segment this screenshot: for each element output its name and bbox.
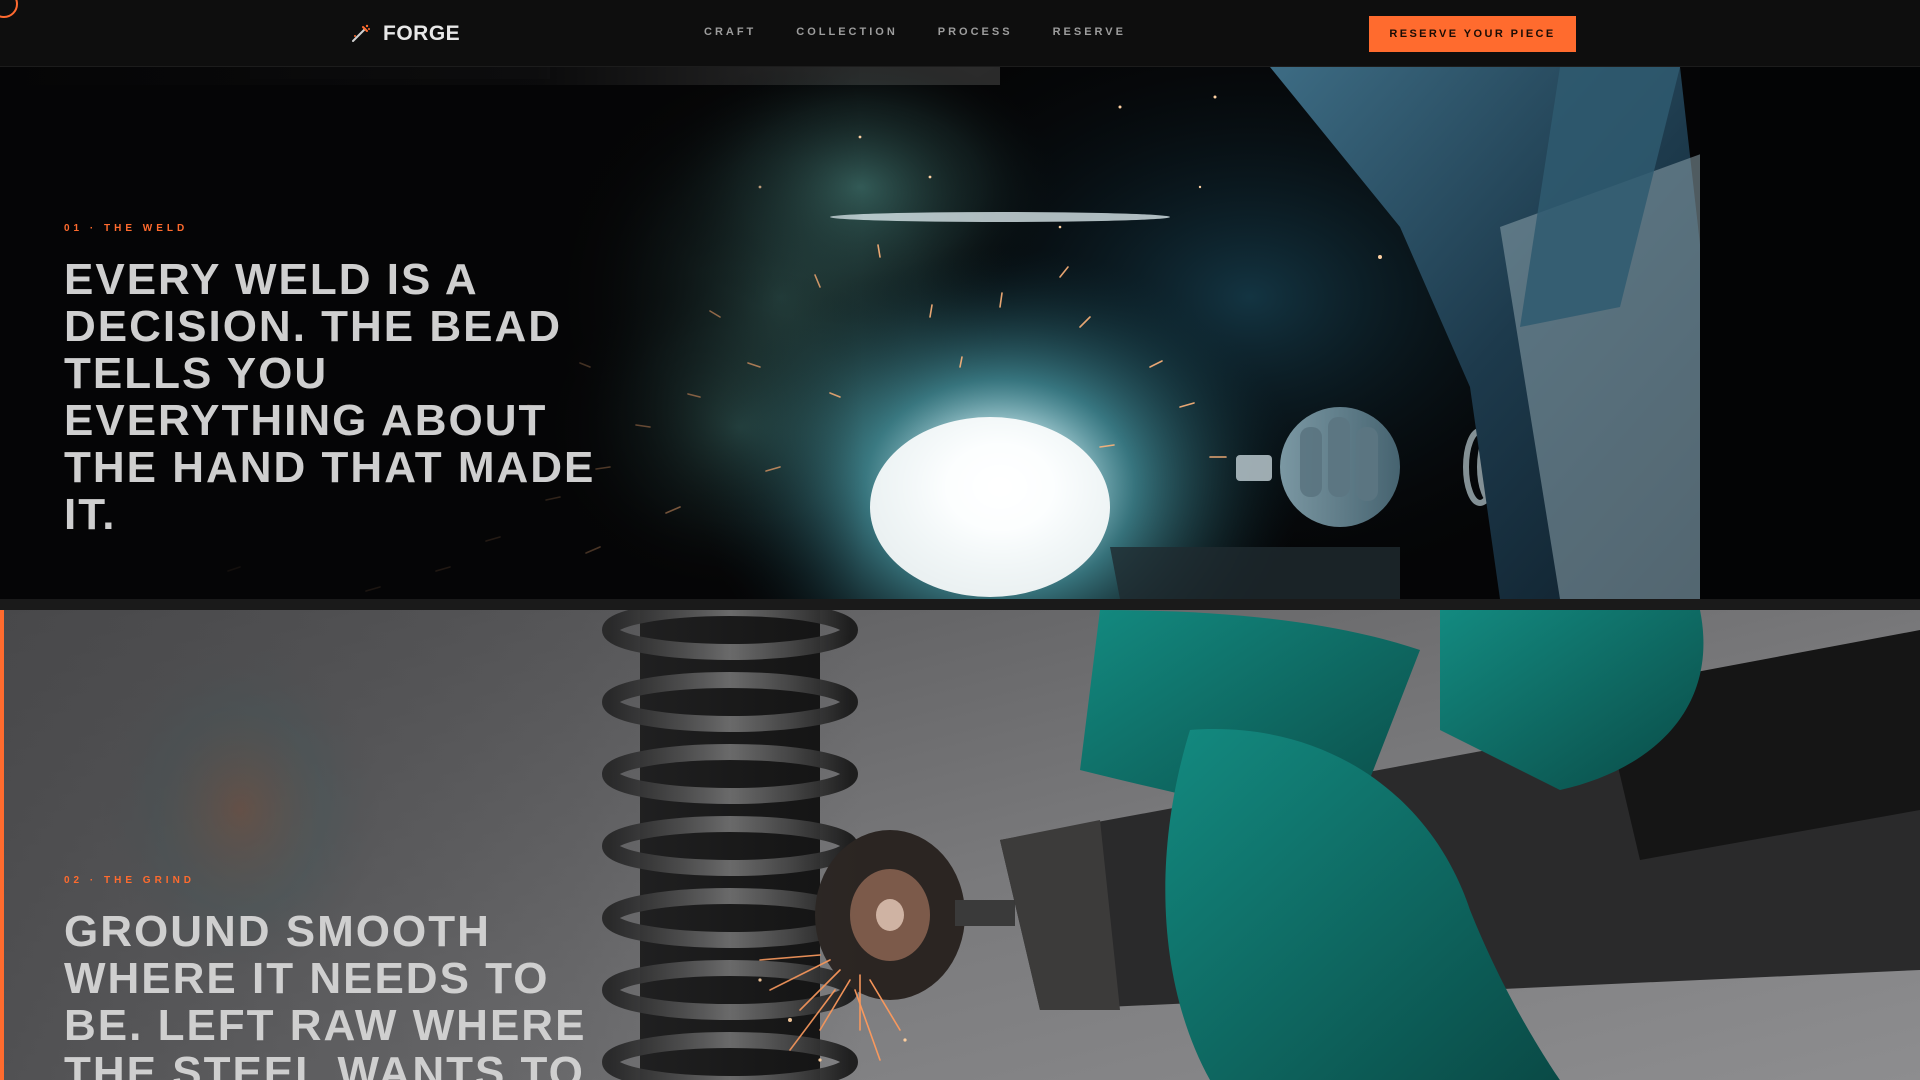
grind-section: 02 · THE GRIND GROUND SMOOTH WHERE IT NE… — [0, 610, 1920, 1080]
accent-bar — [0, 610, 4, 1080]
spark-torch-icon — [352, 24, 370, 42]
section-headline: GROUND SMOOTH WHERE IT NEEDS TO BE. LEFT… — [64, 907, 587, 1080]
reserve-your-piece-button[interactable]: RESERVE YOUR PIECE — [1369, 16, 1576, 52]
corner-ring-icon — [0, 0, 18, 18]
section-eyebrow: 01 · THE WELD — [64, 223, 189, 234]
brand-logo[interactable]: FORGE — [349, 20, 460, 48]
nav-link-process[interactable]: PROCESS — [938, 26, 1013, 38]
nav-link-craft[interactable]: CRAFT — [704, 26, 756, 38]
nav-link-collection[interactable]: COLLECTION — [796, 26, 898, 38]
section-eyebrow: 02 · THE GRIND — [64, 875, 196, 886]
top-nav: FORGE CRAFT COLLECTION PROCESS RESERVE R… — [0, 0, 1920, 67]
brand-name: FORGE — [383, 22, 461, 45]
main-menu: CRAFT COLLECTION PROCESS RESERVE — [704, 26, 1126, 38]
weld-copy: 01 · THE WELD EVERY WELD IS A DECISION. … — [64, 223, 624, 538]
weld-section: 01 · THE WELD EVERY WELD IS A DECISION. … — [0, 67, 1920, 599]
grind-copy: 02 · THE GRIND GROUND SMOOTH WHERE IT NE… — [64, 875, 624, 1080]
nav-link-reserve[interactable]: RESERVE — [1053, 26, 1126, 38]
section-headline: EVERY WELD IS A DECISION. THE BEAD TELLS… — [64, 255, 596, 539]
section-divider — [0, 599, 1920, 610]
